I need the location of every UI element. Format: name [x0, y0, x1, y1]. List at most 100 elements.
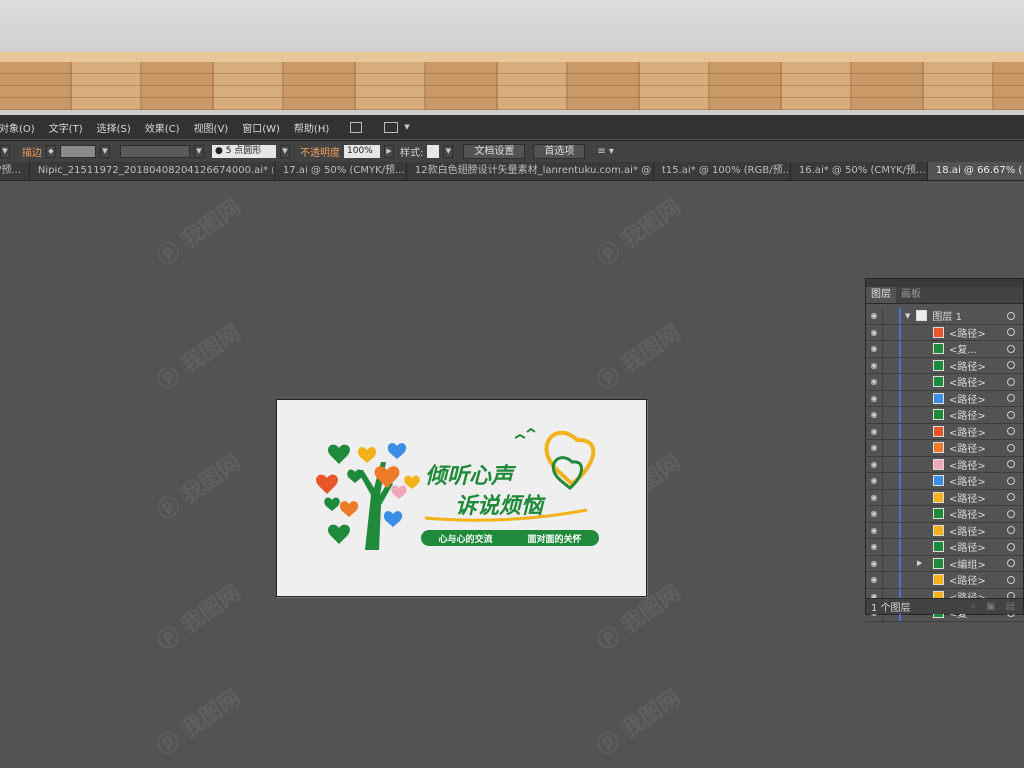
stroke-weight-dropdown[interactable]: ▼ [100, 145, 110, 158]
sublayer-row[interactable]: ◉ <路径> [866, 506, 1023, 523]
lock-toggle[interactable] [882, 357, 896, 373]
eye-icon[interactable]: ◉ [866, 328, 882, 337]
target-icon[interactable] [1007, 394, 1015, 403]
menu-type[interactable]: 文字(T) [42, 120, 90, 135]
lock-toggle[interactable] [882, 390, 896, 406]
target-icon[interactable] [1007, 410, 1015, 419]
target-icon[interactable] [1007, 377, 1015, 386]
opacity-label[interactable]: 不透明度 [300, 144, 340, 159]
target-icon[interactable] [1007, 311, 1015, 320]
eye-icon[interactable]: ◉ [866, 559, 882, 568]
chevron-down-icon[interactable]: ▼ [404, 123, 409, 131]
eye-icon[interactable]: ◉ [866, 476, 882, 485]
sublayer-row[interactable]: ◉ <路径> [866, 357, 1023, 374]
target-icon[interactable] [1007, 344, 1015, 353]
align-icon[interactable]: ≡ ▾ [597, 146, 614, 157]
eye-icon[interactable]: ◉ [866, 460, 882, 469]
sublayer-name[interactable]: <路径> [949, 391, 986, 406]
target-icon[interactable] [1007, 460, 1015, 469]
menu-help[interactable]: 帮助(H) [287, 120, 336, 135]
eye-icon[interactable]: ◉ [866, 526, 882, 535]
target-icon[interactable] [1007, 476, 1015, 485]
lock-toggle[interactable] [882, 555, 896, 571]
fill-dropdown[interactable]: ▼ [0, 145, 10, 158]
sublayer-name[interactable]: <路径> [949, 457, 986, 472]
sublayer-row[interactable]: ◉ <路径> [866, 572, 1023, 589]
menu-view[interactable]: 视图(V) [187, 120, 236, 135]
target-icon[interactable] [1007, 427, 1015, 436]
sublayer-row[interactable]: ◉ <路径> [866, 423, 1023, 440]
menu-object[interactable]: 对象(O) [0, 120, 42, 135]
sublayer-row[interactable]: ◉ <路径> [866, 456, 1023, 473]
menu-effect[interactable]: 效果(C) [138, 120, 187, 135]
lock-toggle[interactable] [882, 374, 896, 390]
eye-icon[interactable]: ◉ [866, 509, 882, 518]
lock-toggle[interactable] [882, 539, 896, 555]
stroke-weight-field[interactable] [60, 145, 96, 158]
tab-document-active[interactable]: 18.ai @ 66.67% ( [927, 162, 1024, 180]
stroke-label[interactable]: 描边 [22, 144, 42, 159]
sublayer-row[interactable]: ◉ <路径> [866, 390, 1023, 407]
target-icon[interactable] [1007, 559, 1015, 568]
target-icon[interactable] [1007, 509, 1015, 518]
tab-artboards[interactable]: 画板 [896, 287, 926, 303]
lock-toggle[interactable] [882, 440, 896, 456]
bridge-icon[interactable] [350, 121, 363, 133]
sublayer-name[interactable]: <路径> [949, 424, 986, 439]
style-dropdown[interactable]: ▼ [443, 145, 454, 158]
tab-document[interactable]: /预... [0, 162, 30, 180]
sublayer-name[interactable]: <编组> [949, 556, 986, 571]
eye-icon[interactable]: ◉ [866, 443, 882, 452]
sublayer-name[interactable]: <路径> [949, 473, 986, 488]
eye-icon[interactable]: ◉ [866, 394, 882, 403]
brush-field[interactable]: ● 5 点圆形 [212, 145, 276, 158]
locate-object-icon[interactable]: ⌕ [971, 601, 977, 612]
sublayer-name[interactable]: <路径> [949, 358, 986, 373]
eye-icon[interactable]: ◉ [866, 575, 882, 584]
artboard[interactable]: 倾听心声 诉说烦恼 心与心的交流 面对面的关怀 [276, 399, 647, 597]
target-icon[interactable] [1007, 575, 1015, 584]
sublayer-row[interactable]: ◉ <路径> [866, 489, 1023, 506]
delete-layer-icon[interactable]: ▤ [1006, 601, 1015, 612]
chevron-right-icon[interactable]: ▶ [917, 559, 927, 567]
target-icon[interactable] [1007, 328, 1015, 337]
preferences-button[interactable]: 首选项 [533, 144, 586, 159]
sublayer-row[interactable]: ◉ <复... [866, 341, 1023, 358]
menu-select[interactable]: 选择(S) [90, 120, 138, 135]
sublayer-name[interactable]: <路径> [949, 506, 986, 521]
new-layer-icon[interactable]: ▣ [986, 601, 995, 612]
lock-toggle[interactable] [882, 522, 896, 538]
layer-row[interactable]: ◉ ▼ 图层 1 [866, 308, 1023, 325]
sublayer-row[interactable]: ◉ <路径> [866, 407, 1023, 424]
stroke-stepper[interactable]: ◆ [46, 145, 56, 158]
sublayer-row[interactable]: ◉ <路径> [866, 522, 1023, 539]
eye-icon[interactable]: ◉ [866, 377, 882, 386]
tab-document[interactable]: 16.ai* @ 50% (CMYK/预... [791, 162, 928, 180]
layer-name[interactable]: 图层 1 [932, 308, 962, 323]
eye-icon[interactable]: ◉ [866, 361, 882, 370]
sublayer-name[interactable]: <路径> [949, 374, 986, 389]
sublayer-row[interactable]: ◉ ▶ <编组> [866, 555, 1023, 572]
target-icon[interactable] [1007, 493, 1015, 502]
opacity-field[interactable]: 100% [344, 145, 380, 158]
target-icon[interactable] [1007, 526, 1015, 535]
sublayer-name[interactable]: <路径> [949, 407, 986, 422]
lock-toggle[interactable] [882, 308, 896, 324]
lock-toggle[interactable] [882, 456, 896, 472]
eye-icon[interactable]: ◉ [866, 493, 882, 502]
target-icon[interactable] [1007, 443, 1015, 452]
sublayer-name[interactable]: <路径> [949, 523, 986, 538]
tab-layers[interactable]: 图层 [866, 287, 896, 303]
sublayer-row[interactable]: ◉ <路径> [866, 324, 1023, 341]
lock-toggle[interactable] [882, 341, 896, 357]
sublayer-name[interactable]: <路径> [949, 572, 986, 587]
brush-dropdown[interactable]: ▼ [280, 145, 290, 158]
lock-toggle[interactable] [882, 473, 896, 489]
lock-toggle[interactable] [882, 423, 896, 439]
sublayer-name[interactable]: <路径> [949, 440, 986, 455]
lock-toggle[interactable] [882, 572, 896, 588]
sublayer-name[interactable]: <路径> [949, 490, 986, 505]
arrange-documents-icon[interactable] [384, 121, 399, 133]
sublayer-row[interactable]: ◉ <路径> [866, 374, 1023, 391]
document-setup-button[interactable]: 文档设置 [463, 144, 526, 159]
